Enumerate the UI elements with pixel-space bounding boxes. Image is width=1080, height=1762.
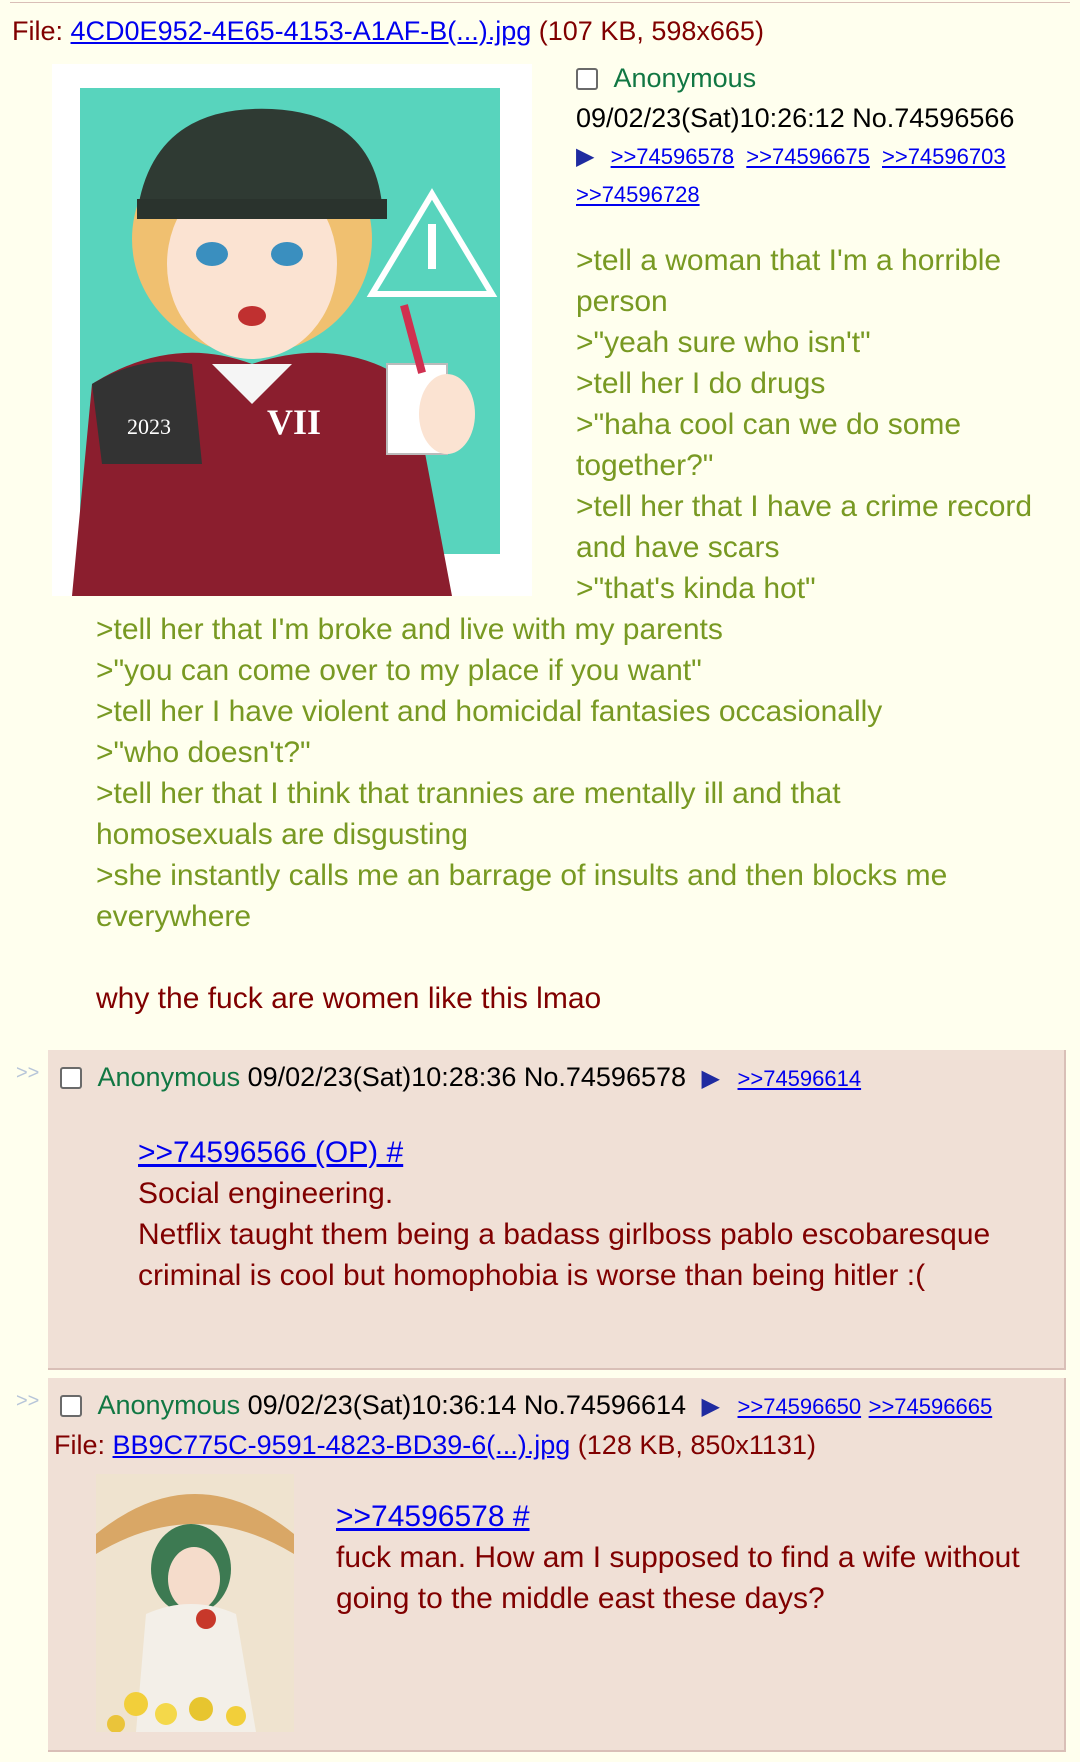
op-file-link[interactable]: 4CD0E952-4E65-4153-A1AF-B(...).jpg — [71, 16, 532, 46]
umbrella-girl-image — [96, 1474, 294, 1732]
backlink[interactable]: >>74596703 — [882, 144, 1006, 169]
poster-name: Anonymous — [97, 1062, 241, 1092]
reply-post: Anonymous 09/02/23(Sat)10:36:14 No.74596… — [48, 1378, 1066, 1752]
op-file-meta: (107 KB, 598x665) — [538, 16, 764, 46]
reply-header: Anonymous 09/02/23(Sat)10:28:36 No.74596… — [60, 1062, 861, 1093]
file-label: File: — [12, 16, 64, 46]
greentext-line: >"that's kinda hot" — [576, 572, 816, 605]
play-arrow-icon: ▶ — [701, 1065, 720, 1092]
greentext-line: >tell her that I'm broke and live with m… — [96, 613, 723, 646]
reply-file-info: File: BB9C775C-9591-4823-BD39-6(...).jpg… — [54, 1430, 816, 1461]
reply-message: >>74596578 # fuck man. How am I supposed… — [336, 1496, 1036, 1619]
op-thumbnail[interactable]: 2023 VII — [52, 64, 532, 596]
reply-side-arrows: >> — [16, 1062, 40, 1084]
backlinks: ▶ >>74596578 >>74596675 >>74596703 >>745… — [576, 138, 1066, 214]
backlink[interactable]: >>74596578 — [611, 144, 735, 169]
svg-text:VII: VII — [267, 402, 321, 442]
greentext-line: >tell her that I think that trannies are… — [96, 777, 841, 851]
greentext-line: >she instantly calls me an barrage of in… — [96, 859, 948, 933]
post-datetime: 09/02/23(Sat)10:28:36 — [247, 1062, 517, 1092]
greentext-line: >"you can come over to my place if you w… — [96, 654, 702, 687]
post-number-link[interactable]: No.74596578 — [524, 1062, 686, 1092]
greentext-line: >"yeah sure who isn't" — [576, 326, 871, 359]
reply-file-link[interactable]: BB9C775C-9591-4823-BD39-6(...).jpg — [113, 1430, 571, 1460]
backlink[interactable]: >>74596728 — [576, 182, 700, 207]
greentext-line: >"haha cool can we do some together?" — [576, 408, 962, 482]
poster-name: Anonymous — [613, 63, 757, 93]
checkbox-icon[interactable] — [576, 68, 598, 90]
backlink[interactable]: >>74596614 — [738, 1066, 862, 1091]
play-arrow-icon: ▶ — [576, 143, 595, 170]
greentext-line: >tell a woman that I'm a horrible person — [576, 244, 1002, 318]
svg-text:2023: 2023 — [127, 414, 171, 439]
quote-link[interactable]: >>74596578 # — [336, 1500, 530, 1533]
op-post-header: Anonymous 09/02/23(Sat)10:26:12 No.74596… — [576, 58, 1066, 214]
post-number-link[interactable]: No.74596614 — [524, 1390, 686, 1420]
reply-header: Anonymous 09/02/23(Sat)10:36:14 No.74596… — [60, 1390, 992, 1421]
reply-thumbnail[interactable] — [96, 1474, 294, 1732]
post-datetime: 09/02/23(Sat)10:36:14 — [247, 1390, 517, 1420]
post-datetime: 09/02/23(Sat)10:26:12 — [576, 103, 845, 133]
checkbox-icon[interactable] — [60, 1067, 82, 1089]
backlink[interactable]: >>74596665 — [869, 1394, 993, 1419]
greentext-line: >tell her that I have a crime record and… — [576, 490, 1033, 564]
backlink[interactable]: >>74596650 — [738, 1394, 862, 1419]
quote-link[interactable]: >>74596566 (OP) # — [138, 1136, 403, 1169]
anime-girl-image: 2023 VII — [52, 64, 532, 596]
reply-post: Anonymous 09/02/23(Sat)10:28:36 No.74596… — [48, 1050, 1066, 1370]
op-message-top: >tell a woman that I'm a horrible person… — [576, 240, 1046, 609]
greentext-line: >tell her I have violent and homicidal f… — [96, 695, 883, 728]
backlink[interactable]: >>74596675 — [746, 144, 870, 169]
checkbox-icon[interactable] — [60, 1395, 82, 1417]
play-arrow-icon: ▶ — [701, 1393, 720, 1420]
reply-file-meta: (128 KB, 850x1131) — [577, 1430, 816, 1460]
closing-line: why the fuck are women like this lmao — [96, 982, 602, 1015]
post-number-link[interactable]: No.74596566 — [852, 103, 1014, 133]
greentext-line: >"who doesn't?" — [96, 736, 311, 769]
message-line: Netflix taught them being a badass girlb… — [138, 1218, 991, 1292]
greentext-line: >tell her I do drugs — [576, 367, 826, 400]
poster-name: Anonymous — [97, 1390, 241, 1420]
file-label: File: — [54, 1430, 106, 1460]
message-line: Social engineering. — [138, 1177, 394, 1210]
top-divider — [10, 2, 1070, 3]
message-line: fuck man. How am I supposed to find a wi… — [336, 1541, 1020, 1615]
op-file-info: File: 4CD0E952-4E65-4153-A1AF-B(...).jpg… — [12, 16, 764, 47]
reply-message: >>74596566 (OP) # Social engineering. Ne… — [138, 1132, 1038, 1296]
op-message-bottom: >tell her that I'm broke and live with m… — [96, 609, 996, 1019]
reply-side-arrows: >> — [16, 1390, 40, 1412]
